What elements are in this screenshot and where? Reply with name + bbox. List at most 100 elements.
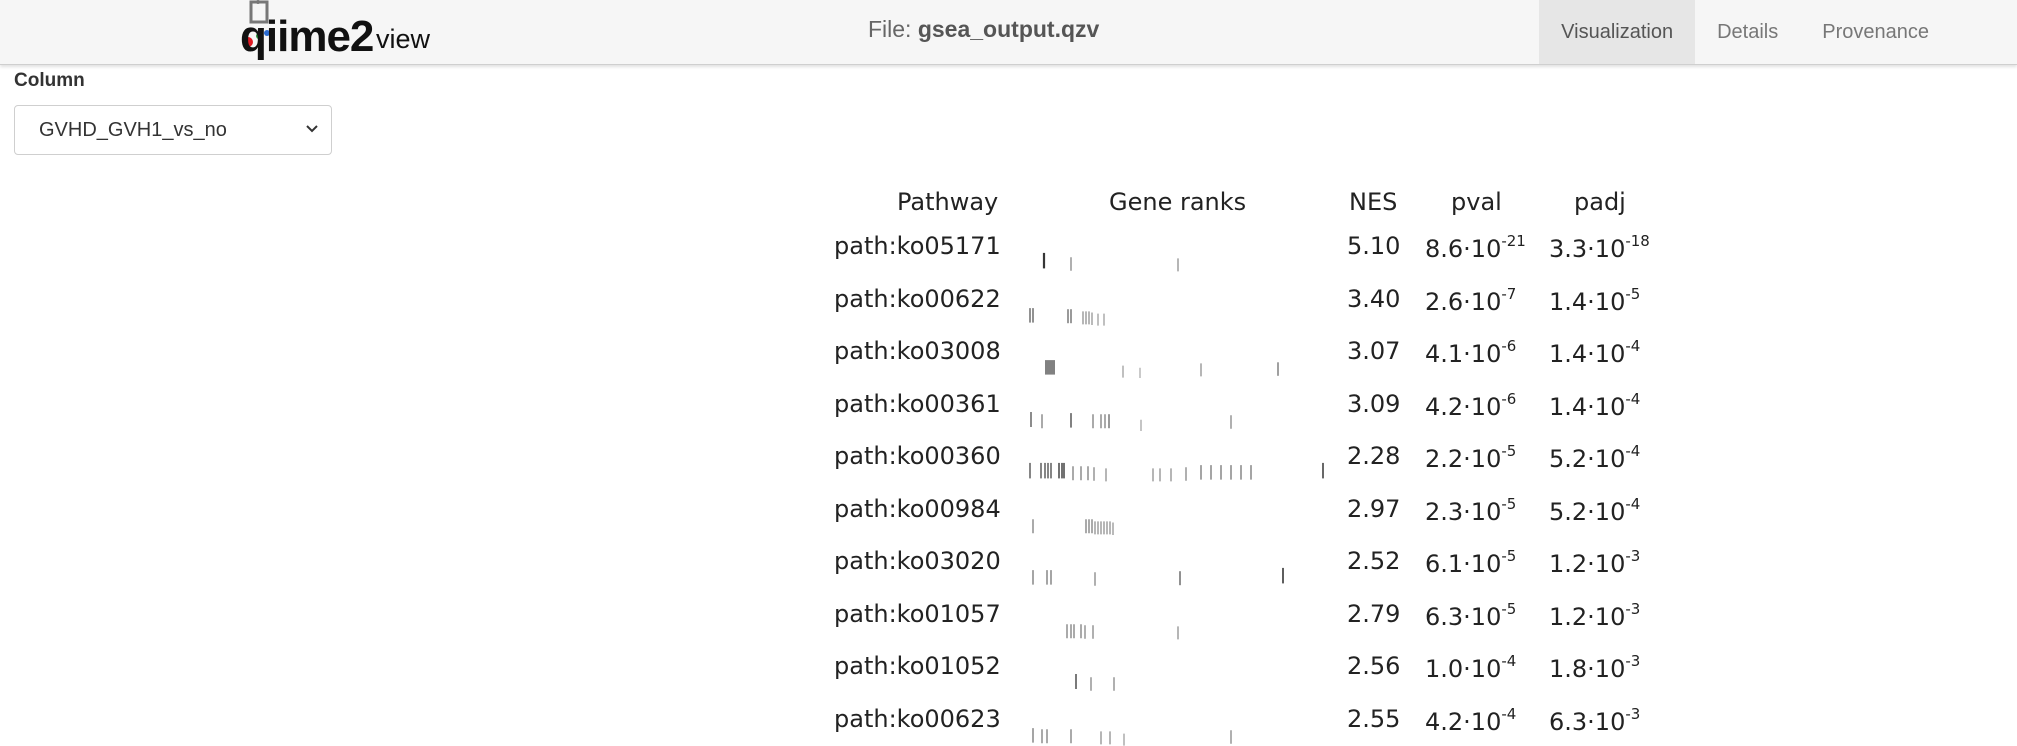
padj-mantissa: 1.8·10 bbox=[1549, 655, 1626, 683]
gene-ranks-plot bbox=[1032, 519, 1114, 535]
file-title: File: gsea_output.qzv bbox=[868, 16, 1099, 43]
pval-cell: 2.6·10-7 bbox=[1425, 285, 1516, 316]
pval-mantissa: 2.2·10 bbox=[1425, 445, 1502, 473]
pval-exponent: -7 bbox=[1501, 285, 1517, 303]
pval-mantissa: 2.6·10 bbox=[1425, 288, 1502, 316]
pval-mantissa: 6.3·10 bbox=[1425, 603, 1502, 631]
pval-exponent: -5 bbox=[1501, 442, 1517, 460]
pval-exponent: -6 bbox=[1501, 337, 1517, 355]
gene-ranks-plot bbox=[1042, 252, 1179, 272]
gene-ranks-plot bbox=[1032, 567, 1284, 586]
padj-exponent: -18 bbox=[1625, 232, 1650, 250]
nes-cell: 3.09 bbox=[1347, 390, 1401, 418]
padj-exponent: -3 bbox=[1625, 705, 1641, 723]
padj-mantissa: 1.2·10 bbox=[1549, 550, 1626, 578]
nes-cell: 2.79 bbox=[1347, 600, 1401, 628]
view-tabs: Visualization Details Provenance bbox=[1539, 0, 2017, 64]
padj-cell: 1.2·10-3 bbox=[1549, 600, 1640, 631]
pval-mantissa: 4.2·10 bbox=[1425, 708, 1502, 736]
tab-provenance[interactable]: Provenance bbox=[1800, 0, 1951, 64]
pval-cell: 6.3·10-5 bbox=[1425, 600, 1516, 631]
padj-cell: 1.2·10-3 bbox=[1549, 547, 1640, 578]
tab-details[interactable]: Details bbox=[1695, 0, 1800, 64]
pathway-cell: path:ko01052 bbox=[834, 652, 1001, 680]
qiime2-view-logo[interactable]: qiime2 view bbox=[240, 0, 440, 62]
padj-mantissa: 1.4·10 bbox=[1549, 288, 1626, 316]
column-label: Column bbox=[14, 70, 85, 91]
padj-cell: 1.4·10-4 bbox=[1549, 390, 1640, 421]
padj-cell: 1.4·10-5 bbox=[1549, 285, 1640, 316]
pval-mantissa: 1.0·10 bbox=[1425, 655, 1502, 683]
padj-exponent: -3 bbox=[1625, 652, 1641, 670]
pval-mantissa: 4.1·10 bbox=[1425, 340, 1502, 368]
pathway-cell: path:ko03008 bbox=[834, 337, 1001, 365]
header-pval: pval bbox=[1451, 188, 1502, 216]
column-select[interactable]: GVHD_GVH1_vs_no bbox=[14, 105, 332, 155]
file-name: gsea_output.qzv bbox=[917, 16, 1100, 42]
pval-exponent: -6 bbox=[1501, 390, 1517, 408]
padj-mantissa: 5.2·10 bbox=[1549, 498, 1626, 526]
top-navigation-bar: qiime2 view File: gsea_output.qzv Visual… bbox=[0, 0, 2017, 65]
nes-cell: 2.55 bbox=[1347, 705, 1401, 733]
nes-cell: 3.40 bbox=[1347, 285, 1401, 313]
header-padj: padj bbox=[1574, 188, 1626, 216]
padj-mantissa: 1.4·10 bbox=[1549, 393, 1626, 421]
gene-ranks-plot bbox=[1029, 308, 1105, 326]
header-pathway: Pathway bbox=[897, 188, 999, 216]
gene-ranks-plot bbox=[1030, 412, 1232, 431]
pathway-cell: path:ko00361 bbox=[834, 390, 1001, 418]
pathway-cell: path:ko00622 bbox=[834, 285, 1001, 313]
padj-exponent: -4 bbox=[1625, 495, 1641, 513]
pval-exponent: -21 bbox=[1501, 232, 1526, 250]
padj-exponent: -3 bbox=[1625, 547, 1641, 565]
pathway-cell: path:ko00623 bbox=[834, 705, 1001, 733]
padj-exponent: -4 bbox=[1625, 442, 1641, 460]
pval-mantissa: 4.2·10 bbox=[1425, 393, 1502, 421]
pval-mantissa: 2.3·10 bbox=[1425, 498, 1502, 526]
padj-cell: 1.4·10-4 bbox=[1549, 337, 1640, 368]
pval-cell: 6.1·10-5 bbox=[1425, 547, 1516, 578]
pval-cell: 2.3·10-5 bbox=[1425, 495, 1516, 526]
padj-exponent: -3 bbox=[1625, 600, 1641, 618]
nes-cell: 2.56 bbox=[1347, 652, 1401, 680]
header-nes: NES bbox=[1349, 188, 1398, 216]
nes-cell: 2.52 bbox=[1347, 547, 1401, 575]
padj-mantissa: 3.3·10 bbox=[1549, 235, 1626, 263]
file-label: File: bbox=[868, 16, 912, 42]
padj-mantissa: 6.3·10 bbox=[1549, 708, 1626, 736]
pval-cell: 8.6·10-21 bbox=[1425, 232, 1526, 263]
logo-view-text: view bbox=[376, 24, 431, 54]
pval-cell: 1.0·10-4 bbox=[1425, 652, 1516, 683]
pval-mantissa: 8.6·10 bbox=[1425, 235, 1502, 263]
pval-exponent: -4 bbox=[1501, 705, 1517, 723]
pval-exponent: -5 bbox=[1501, 547, 1517, 565]
padj-exponent: -5 bbox=[1625, 285, 1641, 303]
pathway-cell: path:ko03020 bbox=[834, 547, 1001, 575]
gene-ranks-plot bbox=[1066, 624, 1179, 640]
gene-ranks-plot bbox=[1045, 360, 1279, 378]
pval-exponent: -5 bbox=[1501, 495, 1517, 513]
gene-ranks-plot bbox=[1032, 728, 1232, 746]
pathway-cell: path:ko05171 bbox=[834, 232, 1001, 260]
padj-exponent: -4 bbox=[1625, 337, 1641, 355]
tab-visualization[interactable]: Visualization bbox=[1539, 0, 1696, 64]
pval-mantissa: 6.1·10 bbox=[1425, 550, 1502, 578]
padj-cell: 5.2·10-4 bbox=[1549, 442, 1640, 473]
pval-cell: 4.1·10-6 bbox=[1425, 337, 1516, 368]
chevron-down-icon bbox=[306, 125, 318, 133]
logo-qiime2-text: qiime2 bbox=[240, 12, 374, 61]
pval-cell: 2.2·10-5 bbox=[1425, 442, 1516, 473]
padj-cell: 3.3·10-18 bbox=[1549, 232, 1650, 263]
padj-cell: 6.3·10-3 bbox=[1549, 705, 1640, 736]
padj-mantissa: 5.2·10 bbox=[1549, 445, 1626, 473]
nes-cell: 2.28 bbox=[1347, 442, 1401, 470]
nes-cell: 5.10 bbox=[1347, 232, 1401, 260]
nes-cell: 2.97 bbox=[1347, 495, 1401, 523]
padj-cell: 1.8·10-3 bbox=[1549, 652, 1640, 683]
header-gene-ranks: Gene ranks bbox=[1109, 188, 1247, 216]
pathway-cell: path:ko00984 bbox=[834, 495, 1001, 523]
pathway-cell: path:ko01057 bbox=[834, 600, 1001, 628]
gene-ranks-plot bbox=[1075, 674, 1115, 691]
padj-cell: 5.2·10-4 bbox=[1549, 495, 1640, 526]
pval-cell: 4.2·10-6 bbox=[1425, 390, 1516, 421]
